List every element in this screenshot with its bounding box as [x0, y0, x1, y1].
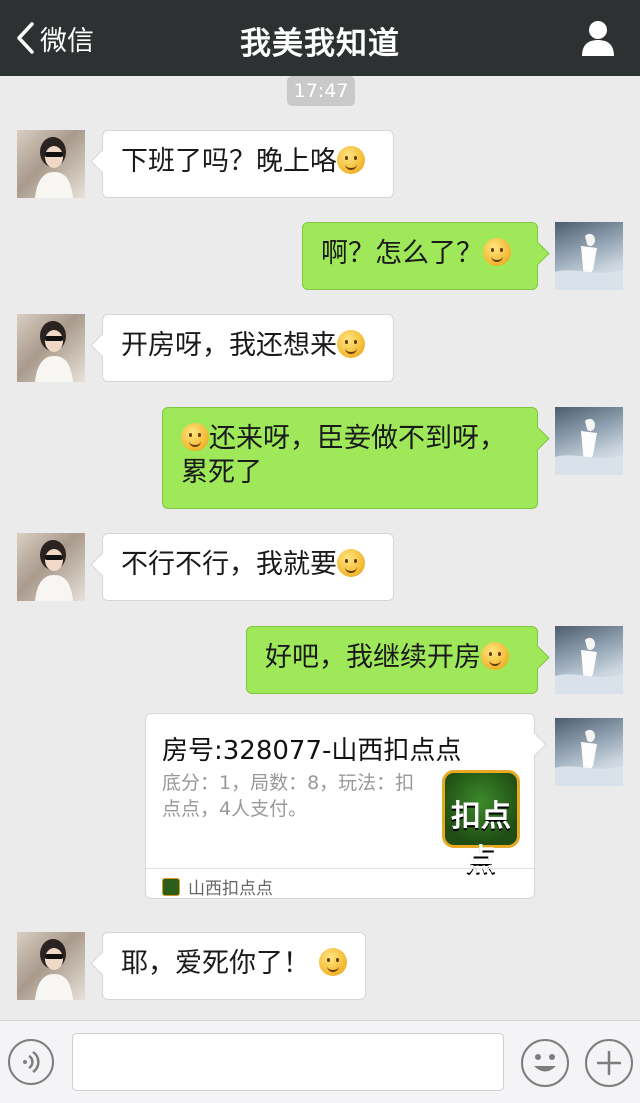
message-bubble-outgoing[interactable]: 啊？怎么了？ [302, 222, 538, 290]
heart-eyes-emoji [318, 948, 347, 976]
voice-button[interactable] [8, 1039, 54, 1085]
input-bar [0, 1020, 640, 1103]
smiley-icon [534, 1054, 556, 1072]
avatar-contact[interactable] [17, 533, 85, 601]
voice-icon [23, 1050, 40, 1074]
card-source[interactable]: 山西扣点点 [162, 874, 273, 899]
avatar-self[interactable] [555, 407, 623, 475]
message-text: 下班了吗？晚上咯 [121, 146, 337, 177]
game-app-icon: 扣点点 [442, 770, 520, 878]
ninja-face-emoji [481, 642, 509, 670]
plus-icon [597, 1051, 621, 1075]
message-text: 还来呀，臣妾做不到呀， [209, 423, 506, 454]
card-divider [146, 868, 534, 869]
message-bubble-outgoing[interactable]: 还来呀，臣妾做不到呀， 累死了 [162, 407, 538, 509]
avatar-contact[interactable] [17, 314, 85, 382]
source-app-icon [162, 877, 180, 896]
tired-face-emoji [181, 423, 209, 451]
message-text: 不行不行，我就要 [121, 549, 337, 580]
message-bubble-incoming[interactable]: 不行不行，我就要 [102, 533, 394, 601]
pleading-emoji [337, 549, 365, 577]
avatar-self[interactable] [555, 222, 623, 290]
nav-bar: 微信 我美我知道 [0, 0, 640, 76]
dizzy-face-emoji [483, 238, 511, 266]
emoji-button[interactable] [521, 1039, 569, 1087]
chat-title: 我美我知道 [240, 26, 400, 62]
person-icon[interactable] [580, 19, 616, 57]
avatar-self[interactable] [555, 718, 623, 786]
message-bubble-incoming[interactable]: 开房呀，我还想来 [102, 314, 394, 382]
card-source-label: 山西扣点点 [188, 879, 273, 899]
message-bubble-incoming[interactable]: 耶，爱死你了！ [102, 932, 366, 1000]
more-button[interactable] [585, 1039, 633, 1087]
card-description: 底分：1，局数：8，玩法：扣点点，4人支付。 [162, 772, 415, 820]
avatar-self[interactable] [555, 626, 623, 694]
card-title: 房号:328077-山西扣点点 [162, 736, 462, 766]
message-text: 好吧，我继续开房 [265, 642, 481, 673]
avatar-contact[interactable] [17, 932, 85, 1000]
message-text: 耶，爱死你了！ [121, 948, 310, 979]
smirk-emoji [337, 330, 365, 358]
covering-mouth-emoji [337, 146, 365, 174]
shared-card-message[interactable]: 房号:328077-山西扣点点 底分：1，局数：8，玩法：扣点点，4人支付。 扣… [145, 713, 535, 899]
game-icon-text: 扣点点 [451, 799, 511, 878]
message-text: 啊？怎么了？ [321, 238, 483, 269]
message-bubble-incoming[interactable]: 下班了吗？晚上咯 [102, 130, 394, 198]
message-text: 累死了 [181, 457, 262, 488]
timestamp: 17:47 [287, 76, 355, 106]
message-bubble-outgoing[interactable]: 好吧，我继续开房 [246, 626, 538, 694]
message-input[interactable] [72, 1033, 504, 1091]
message-text: 开房呀，我还想来 [121, 330, 337, 361]
avatar-contact[interactable] [17, 130, 85, 198]
